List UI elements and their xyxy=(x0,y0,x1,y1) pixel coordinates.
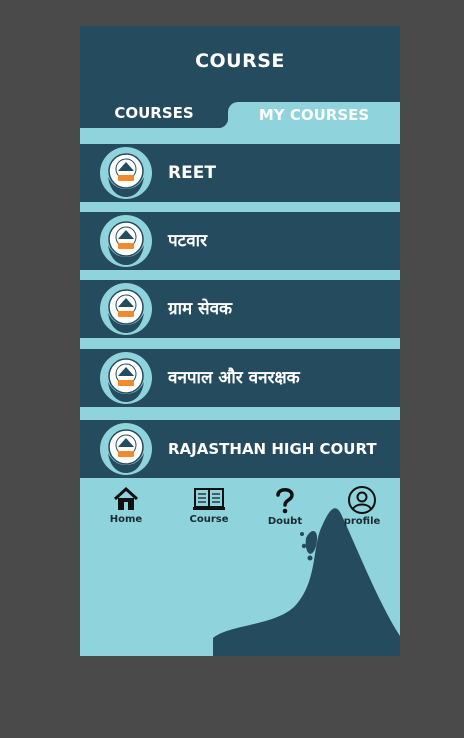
tab-courses[interactable]: COURSES xyxy=(80,102,228,128)
tab-my-courses[interactable]: MY COURSES xyxy=(218,102,400,128)
course-item-vanpal[interactable]: वनपाल और वनरक्षक xyxy=(80,349,400,407)
nav-doubt-label: Doubt xyxy=(267,516,303,527)
nav-course[interactable]: Course xyxy=(179,486,239,540)
book-icon xyxy=(193,488,225,510)
institute-logo-icon xyxy=(100,352,152,404)
nav-home[interactable]: Home xyxy=(96,486,156,540)
question-icon xyxy=(276,488,294,514)
course-item-rajasthan-high-court[interactable]: RAJASTHAN HIGH COURT xyxy=(80,420,400,478)
course-name: पटवार xyxy=(168,231,208,251)
bottom-nav: Home Course Doubt profile xyxy=(80,482,400,544)
institute-logo-icon xyxy=(100,283,152,335)
course-item-patwar[interactable]: पटवार xyxy=(80,212,400,270)
course-name: RAJASTHAN HIGH COURT xyxy=(168,440,377,458)
app-header: COURSE COURSES MY COURSES xyxy=(80,26,400,128)
institute-logo-icon xyxy=(100,423,152,475)
nav-profile-label: profile xyxy=(343,516,381,527)
profile-icon xyxy=(348,486,376,514)
course-name: वनपाल और वनरक्षक xyxy=(168,368,300,388)
course-item-reet[interactable]: REET xyxy=(80,144,400,202)
nav-home-label: Home xyxy=(109,514,143,525)
app-screen: COURSE COURSES MY COURSES REET पटवार ग्र… xyxy=(80,26,400,656)
home-icon xyxy=(113,486,139,510)
course-item-gram-sevak[interactable]: ग्राम सेवक xyxy=(80,280,400,338)
nav-doubt[interactable]: Doubt xyxy=(255,486,315,540)
course-name: REET xyxy=(168,163,216,183)
institute-logo-icon xyxy=(100,147,152,199)
nav-profile[interactable]: profile xyxy=(332,486,392,540)
nav-course-label: Course xyxy=(189,514,229,525)
institute-logo-icon xyxy=(100,215,152,267)
course-name: ग्राम सेवक xyxy=(168,299,233,319)
page-title: COURSE xyxy=(195,50,285,72)
